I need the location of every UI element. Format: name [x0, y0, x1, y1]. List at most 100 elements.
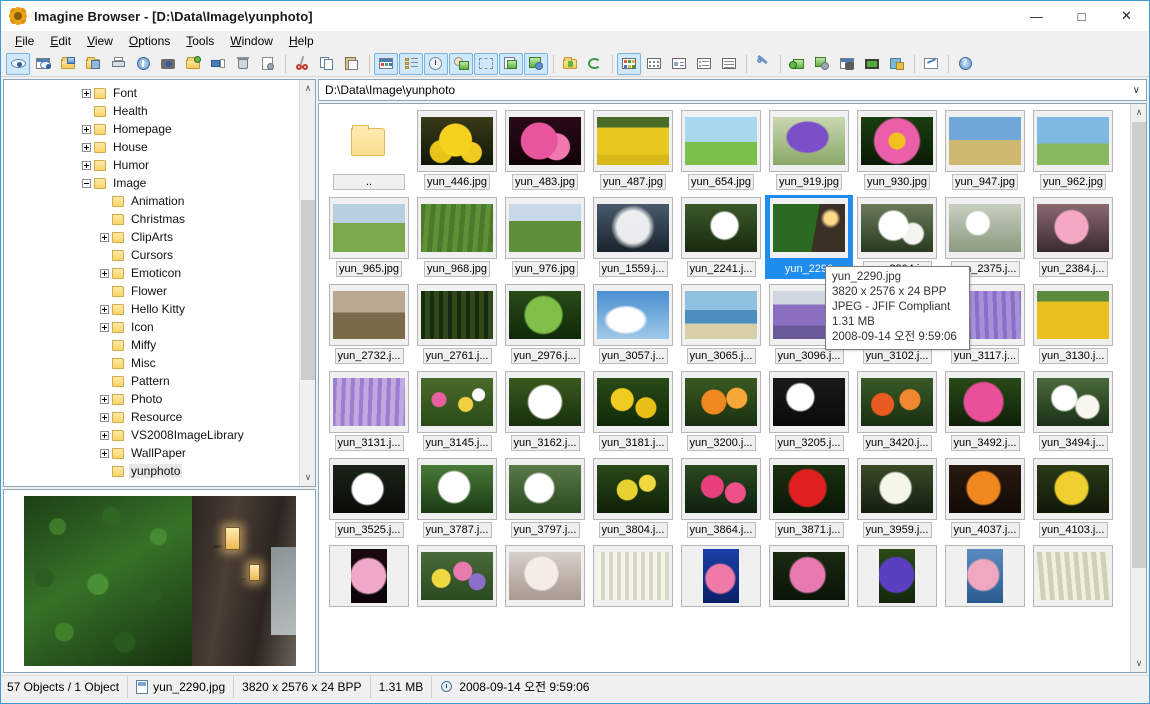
expand-icon[interactable]: [82, 88, 91, 98]
clock-view-icon[interactable]: [424, 52, 448, 75]
expand-icon[interactable]: [100, 268, 109, 278]
thumbnail-item[interactable]: yun_3492.j...: [941, 369, 1029, 453]
thumbnail-scrollbar[interactable]: ∧ ∨: [1130, 104, 1146, 672]
thumbnail-item[interactable]: [325, 543, 413, 609]
tree-item-miffy[interactable]: Miffy: [4, 336, 299, 354]
tree-scroll-up-icon[interactable]: ∧: [300, 80, 315, 97]
tree-item-vs2008imagelibrary[interactable]: VS2008ImageLibrary: [4, 426, 299, 444]
expand-icon[interactable]: [100, 412, 109, 422]
edit-pencil-icon[interactable]: [919, 53, 943, 75]
tree-scrollbar[interactable]: ∧ ∨: [299, 80, 315, 486]
tree-item-cursors[interactable]: Cursors: [4, 246, 299, 264]
thumbnail-item[interactable]: yun_962.jpg: [1029, 108, 1117, 192]
tree-item-health[interactable]: Health: [4, 102, 299, 120]
maximize-button[interactable]: □: [1059, 1, 1104, 31]
rename-icon[interactable]: [206, 53, 230, 75]
thumbnail-item[interactable]: [413, 543, 501, 609]
tree-item-house[interactable]: House: [4, 138, 299, 156]
tree-item-icon[interactable]: Icon: [4, 318, 299, 336]
properties-icon[interactable]: [256, 53, 280, 75]
menu-file[interactable]: File: [7, 32, 42, 50]
thumbnail-item[interactable]: yun_4037.j...: [941, 456, 1029, 540]
view-small-icons-icon[interactable]: [642, 53, 666, 75]
tree-item-yunphoto[interactable]: yunphoto: [4, 462, 299, 480]
expand-icon[interactable]: [100, 430, 109, 440]
filmstrip-icon[interactable]: [860, 53, 884, 75]
menu-edit[interactable]: Edit: [42, 32, 79, 50]
thumbnail-item[interactable]: yun_446.jpg: [413, 108, 501, 192]
thumbnail-item[interactable]: yun_3959.j...: [853, 456, 941, 540]
slideshow-icon[interactable]: [885, 53, 909, 75]
chevron-down-icon[interactable]: ∨: [1133, 85, 1140, 96]
save-folder-icon[interactable]: [81, 53, 105, 75]
thumbnail-browser[interactable]: .. yun_446.jpg yun_483.jpg yun_487.jpg yun_6…: [318, 103, 1147, 673]
open-folder-icon[interactable]: [56, 53, 80, 75]
capture-camera-icon[interactable]: [156, 53, 180, 75]
thumbnail-item[interactable]: yun_2384.j...: [1029, 195, 1117, 279]
tree-item-hello-kitty[interactable]: Hello Kitty: [4, 300, 299, 318]
menu-options[interactable]: Options: [121, 32, 178, 50]
thumbnail-item[interactable]: [853, 543, 941, 609]
menu-help[interactable]: Help: [281, 32, 322, 50]
menu-window[interactable]: Window: [222, 32, 281, 50]
parent-folder-item[interactable]: ..: [325, 108, 413, 192]
print-icon[interactable]: [106, 53, 130, 75]
expand-icon[interactable]: [100, 304, 109, 314]
cut-icon[interactable]: [290, 53, 314, 75]
address-bar[interactable]: D:\Data\Image\yunphoto ∨: [318, 79, 1147, 101]
expand-icon[interactable]: [82, 142, 91, 152]
add-image-icon[interactable]: [785, 53, 809, 75]
expand-icon[interactable]: [100, 232, 109, 242]
thumbnail-item[interactable]: yun_3205.j...: [765, 369, 853, 453]
thumbnail-item[interactable]: yun_3057.j...: [589, 282, 677, 366]
tree-item-resource[interactable]: Resource: [4, 408, 299, 426]
copy-image-icon[interactable]: [499, 52, 523, 75]
thumbnail-item[interactable]: yun_3871.j...: [765, 456, 853, 540]
preview-eye-icon[interactable]: [6, 52, 30, 75]
tree-item-pattern[interactable]: Pattern: [4, 372, 299, 390]
thumbnail-item[interactable]: yun_965.jpg: [325, 195, 413, 279]
paste-icon[interactable]: [340, 53, 364, 75]
thumb-scroll-down-icon[interactable]: ∨: [1131, 655, 1146, 672]
thumbnail-item[interactable]: yun_2241.j...: [677, 195, 765, 279]
list-view-icon[interactable]: [399, 52, 423, 75]
thumb-scroll-thumb[interactable]: [1132, 122, 1146, 568]
thumbnail-item[interactable]: yun_3864.j...: [677, 456, 765, 540]
expand-icon[interactable]: [100, 322, 109, 332]
folder-tree-panel[interactable]: Font Health Homepage House Humor Image Animati…: [3, 79, 316, 487]
menu-tools[interactable]: Tools: [178, 32, 222, 50]
preview-pane[interactable]: [3, 489, 316, 673]
view-tiles-icon[interactable]: [667, 53, 691, 75]
thumbnail-item[interactable]: yun_2732.j...: [325, 282, 413, 366]
thumbnail-item[interactable]: yun_3181.j...: [589, 369, 677, 453]
thumbnail-item[interactable]: yun_3525.j...: [325, 456, 413, 540]
tree-item-cliparts[interactable]: ClipArts: [4, 228, 299, 246]
collapse-icon[interactable]: [82, 178, 91, 188]
thumbnail-item[interactable]: yun_3130.j...: [1029, 282, 1117, 366]
minimize-button[interactable]: —: [1014, 1, 1059, 31]
thumb-scroll-up-icon[interactable]: ∧: [1131, 104, 1146, 121]
view-details-icon[interactable]: [717, 53, 741, 75]
thumbnail-item[interactable]: yun_976.jpg: [501, 195, 589, 279]
thumbnail-item[interactable]: yun_3797.j...: [501, 456, 589, 540]
expand-icon[interactable]: [100, 394, 109, 404]
thumbnail-item[interactable]: [589, 543, 677, 609]
expand-icon[interactable]: [100, 448, 109, 458]
expand-icon[interactable]: [82, 124, 91, 134]
thumbnail-item[interactable]: yun_3145.j...: [413, 369, 501, 453]
thumbnail-item[interactable]: yun_2976.j...: [501, 282, 589, 366]
tree-item-misc[interactable]: Misc: [4, 354, 299, 372]
help-icon[interactable]: ?: [953, 53, 977, 75]
thumbnail-item[interactable]: [765, 543, 853, 609]
tree-item-photo[interactable]: Photo: [4, 390, 299, 408]
tree-item-humor[interactable]: Humor: [4, 156, 299, 174]
view-list-icon[interactable]: [692, 53, 716, 75]
thumbnail-view-icon[interactable]: [374, 52, 398, 75]
thumbnail-item[interactable]: yun_654.jpg: [677, 108, 765, 192]
delete-icon[interactable]: [231, 53, 255, 75]
thumbnail-item[interactable]: yun_3065.j...: [677, 282, 765, 366]
tree-item-emoticon[interactable]: Emoticon: [4, 264, 299, 282]
close-button[interactable]: ✕: [1104, 1, 1149, 31]
tools-wrench-icon[interactable]: [751, 53, 775, 75]
thumbnail-item[interactable]: yun_968.jpg: [413, 195, 501, 279]
